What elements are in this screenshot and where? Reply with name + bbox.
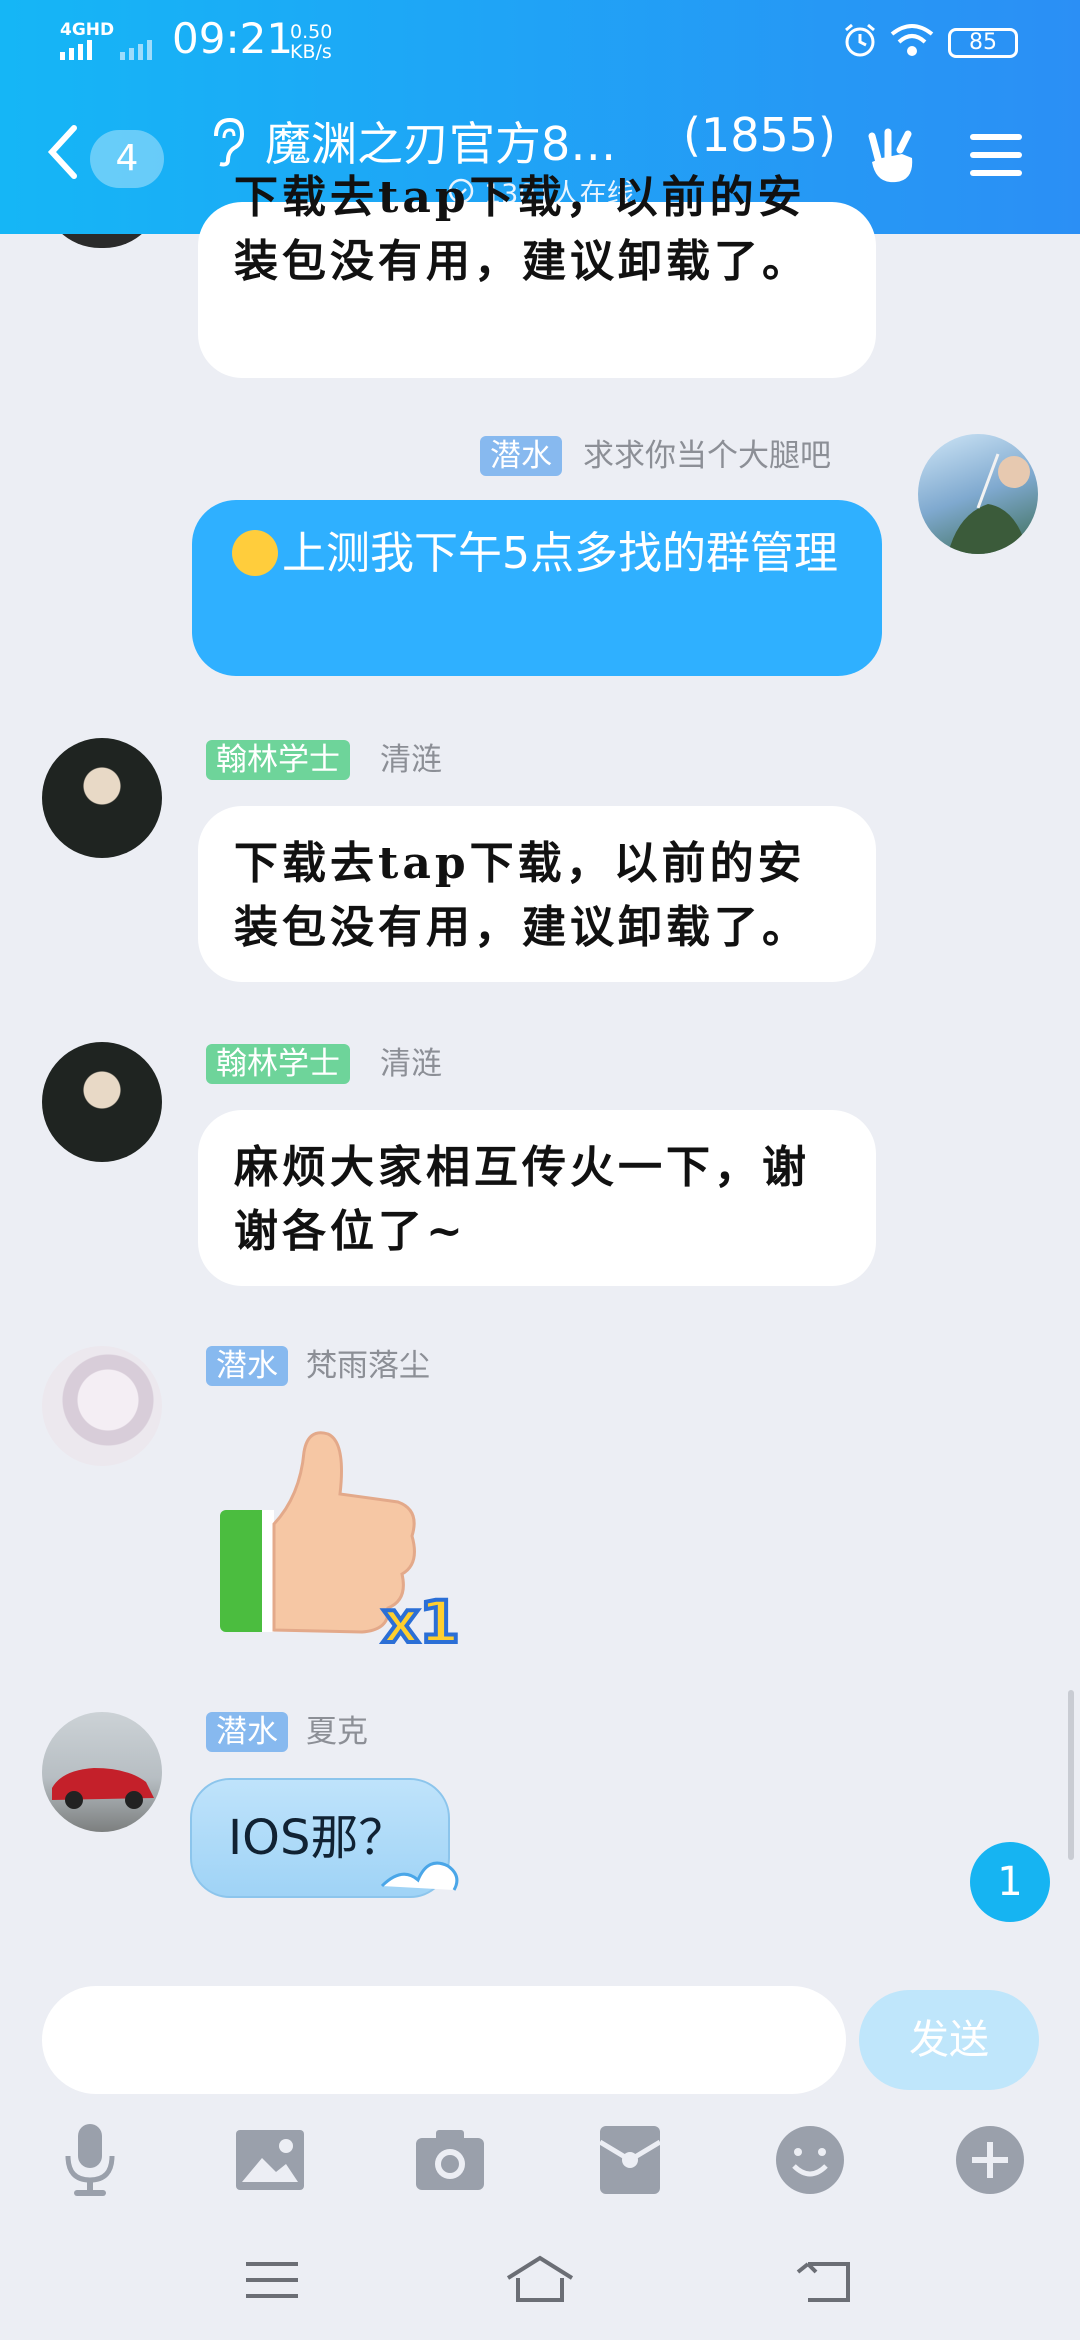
battery-indicator: 85 [948,28,1018,58]
member-badge: 潜水 [480,436,562,476]
image-icon[interactable] [230,2120,310,2200]
clock: 09:21 [172,14,294,63]
avatar[interactable] [42,1712,162,1832]
member-badge: 潜水 [206,1712,288,1752]
ear-icon[interactable] [206,116,246,168]
wave-decoration-icon [380,1861,459,1891]
net-speed-value: 0.50 [290,21,333,43]
back-nav-icon[interactable] [786,2250,866,2310]
sender-name[interactable]: 清涟 [380,740,442,780]
avatar[interactable] [918,434,1038,554]
smile-emoji-icon [232,530,278,576]
red-packet-icon[interactable] [590,2120,670,2200]
message-line: 谢各位了~ [234,1206,467,1257]
microphone-icon[interactable] [50,2120,130,2200]
sender-name[interactable]: 夏克 [306,1712,368,1752]
message-line: 下载去tap下载，以前的安 [234,838,806,889]
avatar[interactable] [42,1042,162,1162]
hand-gesture-icon[interactable] [862,126,920,188]
plus-icon[interactable] [950,2120,1030,2200]
message-line: 麻烦大家相互传火一下，谢 [234,1142,810,1193]
send-button[interactable]: 发送 [859,1990,1039,2090]
avatar[interactable] [42,1346,162,1466]
member-badge: 翰林学士 [206,1044,350,1084]
alarm-icon [845,23,875,57]
home-icon[interactable] [500,2250,580,2310]
status-bar: 4GHD 09:21 0.50 KB/s 85 [0,0,1080,80]
car-photo [52,1768,154,1809]
signal-icon [60,40,152,60]
message-bubble[interactable]: 下载去tap下载，以前的安 装包没有用，建议卸载了。 [198,172,876,378]
emoji-icon[interactable] [770,2120,850,2200]
sender-name[interactable]: 求求你当个大腿吧 [583,436,831,476]
menu-icon[interactable] [968,130,1024,180]
group-title[interactable]: 魔渊之刃官方8… [265,108,616,174]
scrollbar[interactable] [1068,1690,1074,1860]
sender-name[interactable]: 清涟 [380,1044,442,1084]
message-input[interactable] [42,1986,846,2094]
member-badge: 潜水 [206,1346,288,1386]
avatar-photo [948,453,1030,554]
member-badge: 翰林学士 [206,740,350,780]
sticker-count: x1 [382,1588,460,1654]
thumbs-up-sticker[interactable]: x1 [212,1424,472,1654]
message-line: 装包没有用，建议卸载了。 [234,236,810,287]
back-arrow-icon[interactable] [44,122,84,182]
recent-apps-icon[interactable] [232,2250,312,2310]
my-message-bubble[interactable]: 上测我下午5点多找的群管理 [192,500,882,676]
wifi-icon [890,24,934,56]
net-speed: 0.50 KB/s [290,22,332,62]
unread-chats-count[interactable]: 4 [90,130,164,188]
message-bubble[interactable]: 下载去tap下载，以前的安 装包没有用，建议卸载了。 [198,806,876,982]
message-text: 上测我下午5点多找的群管理 [282,528,838,579]
camera-icon[interactable] [410,2120,490,2200]
message-line: 下载去tap下载，以前的安 [234,172,806,223]
message-line: 装包没有用，建议卸载了。 [234,902,810,953]
avatar[interactable] [42,738,162,858]
net-speed-unit: KB/s [290,41,332,63]
message-bubble[interactable]: 麻烦大家相互传火一下，谢 谢各位了~ [198,1110,876,1286]
member-count[interactable]: (1855) [683,108,836,162]
new-message-count-badge[interactable]: 1 [970,1842,1050,1922]
sender-name[interactable]: 梵雨落尘 [306,1346,430,1386]
